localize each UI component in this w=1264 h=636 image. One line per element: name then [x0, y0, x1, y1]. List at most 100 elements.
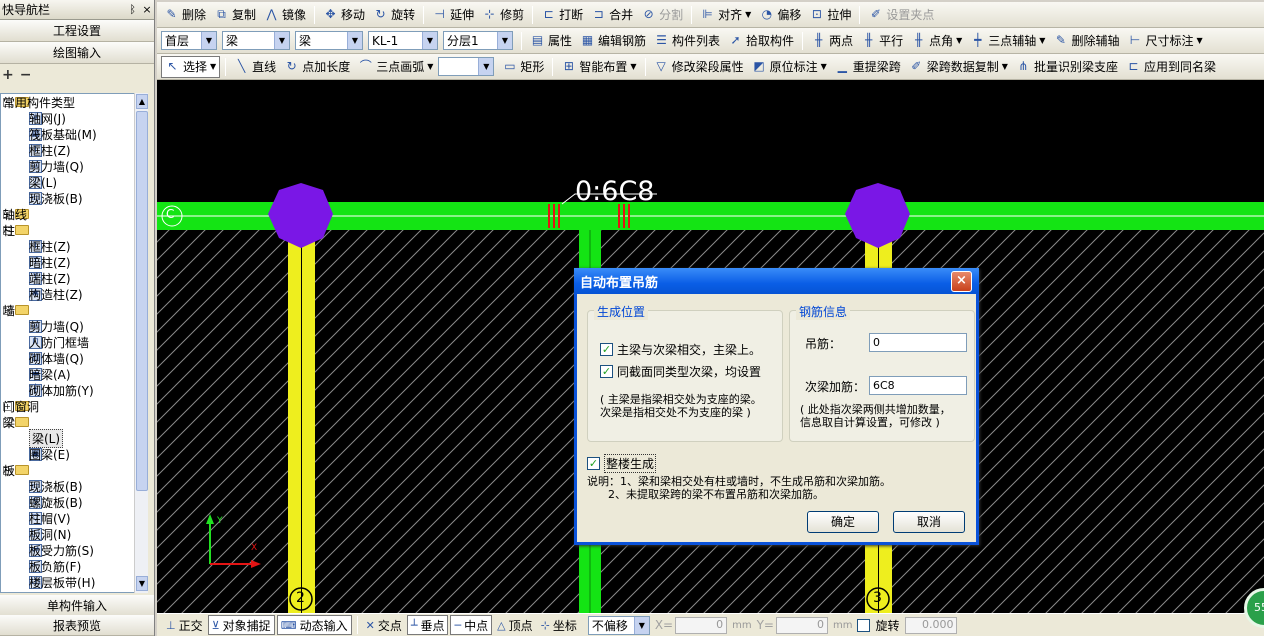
toolbar-button[interactable]: ✎ 删除辅轴 — [1050, 30, 1122, 52]
close-icon[interactable]: × — [140, 3, 154, 16]
toolbar-button[interactable]: ▦ 编辑钢筋 — [577, 30, 649, 52]
toolbar-button[interactable]: ▽ 修改梁段属性 — [651, 56, 747, 78]
toolbar-button[interactable]: ⊢ 尺寸标注 ▼ — [1124, 30, 1205, 52]
project-settings-button[interactable]: 工程设置 — [0, 20, 154, 42]
status-toggle[interactable]: ┴ 垂点 — [406, 615, 449, 635]
toolbar-button[interactable]: ⊏ 打断 — [538, 4, 586, 26]
toolbar-button[interactable]: ✥ 移动 — [320, 4, 368, 26]
tree-item[interactable]: T 端柱(Z) — [1, 270, 147, 286]
toolbar-button[interactable]: ➚ 拾取构件 — [725, 30, 797, 52]
main-secondary-intersect-checkbox[interactable]: ✓ 主梁与次梁相交，主梁上。 — [600, 341, 761, 358]
hanger-input[interactable]: 0 — [869, 333, 967, 352]
tree-item[interactable]: ▭ 现浇板(B) — [1, 190, 147, 206]
tree-scrollbar[interactable]: ▲ ▼ — [134, 93, 148, 593]
tree-item[interactable]: ⊓ 人防门框墙 — [1, 334, 147, 350]
chevron-down-icon[interactable]: ▼ — [956, 36, 962, 45]
toolbar-button[interactable]: ▁ 重提梁跨 — [832, 56, 904, 78]
coord-input[interactable]: 0 — [675, 616, 728, 634]
checkbox-check-icon[interactable]: ✓ — [587, 457, 600, 470]
tree-item[interactable]: ✱ 构造柱(Z) — [1, 286, 147, 302]
tree-folder[interactable]: + 门窗洞 — [1, 398, 147, 414]
checkbox-check-icon[interactable]: ✓ — [600, 343, 613, 356]
selector-combo[interactable]: 首层 ▼ — [161, 31, 217, 50]
toolbar-button[interactable]: ⧉ 复制 — [211, 4, 259, 26]
chevron-down-icon[interactable]: ▼ — [821, 62, 827, 71]
status-toggle[interactable]: ✕ 交点 — [363, 615, 405, 635]
pin-icon[interactable]: ᛒ — [129, 3, 136, 16]
tree-item[interactable]: S 螺旋板(B) — [1, 494, 147, 510]
toolbar-button[interactable]: ⊏ 应用到同名梁 — [1123, 56, 1219, 78]
tree-folder[interactable]: − 墙 — [1, 302, 147, 318]
scroll-thumb[interactable] — [136, 111, 148, 491]
toolbar-button[interactable]: ◩ 原位标注 ▼ — [749, 56, 830, 78]
toolbar-button[interactable]: ↖ 选择 ▼ — [161, 55, 221, 78]
toolbar-button[interactable]: ┿ 三点辅轴 ▼ — [967, 30, 1048, 52]
rotate-input[interactable]: 0.000 — [905, 616, 958, 634]
tree-item[interactable]: T 框柱(Z) — [1, 238, 147, 254]
status-toggle[interactable]: ⊹ 坐标 — [538, 615, 580, 635]
dialog-title-bar[interactable]: 自动布置吊筋 — [574, 268, 979, 294]
toolbar-button[interactable]: ▭ 矩形 — [499, 56, 547, 78]
toolbar-button[interactable]: ↻ 旋转 — [370, 4, 418, 26]
toolbar-button[interactable]: ✐ 梁跨数据复制 ▼ — [906, 56, 1011, 78]
checkbox-check-icon[interactable]: ✓ — [600, 365, 613, 378]
tree-folder[interactable]: − 常用构件类型 — [1, 94, 147, 110]
tree-item[interactable]: ⇌ 板受力筋(S) — [1, 542, 147, 558]
chevron-down-icon[interactable]: ▼ — [427, 62, 433, 71]
tree-item[interactable]: ▬ 暗梁(A) — [1, 366, 147, 382]
drawing-input-button[interactable]: 绘图输入 — [0, 42, 154, 64]
tree-item[interactable]: ▽ 柱帽(V) — [1, 510, 147, 526]
toolbar-button[interactable]: ⌒ 三点画弧 ▼ — [355, 56, 436, 78]
status-toggle[interactable]: △ 顶点 — [494, 615, 535, 635]
chevron-down-icon[interactable]: ▼ — [1039, 36, 1045, 45]
status-toggle[interactable]: ⌨ 动态输入 — [276, 615, 352, 635]
tree-item[interactable]: ▣ 圈梁(E) — [1, 446, 147, 462]
collapse-all-icon[interactable]: − — [20, 67, 32, 83]
report-preview-button[interactable]: 报表预览 — [0, 615, 154, 636]
selector-combo[interactable]: 梁 ▼ — [295, 31, 363, 50]
ok-button[interactable]: 确定 — [807, 511, 879, 533]
selector-combo[interactable]: KL-1 ▼ — [368, 31, 438, 50]
tree-folder[interactable]: − 梁 — [1, 414, 147, 430]
toolbar-button[interactable]: ⊡ 拉伸 — [806, 4, 854, 26]
chevron-down-icon[interactable]: ▼ — [478, 58, 494, 75]
status-toggle[interactable]: ─ 中点 — [450, 615, 493, 635]
secondary-rebar-input[interactable]: 6C8 — [869, 376, 967, 395]
chevron-down-icon[interactable]: ▼ — [497, 32, 512, 49]
chevron-down-icon[interactable]: ▼ — [633, 616, 649, 634]
toolbar-button[interactable]: ⋀ 镜像 — [261, 4, 309, 26]
rotate-checkbox[interactable] — [857, 618, 871, 632]
status-toggle[interactable]: ⊻ 对象捕捉 — [207, 615, 275, 635]
chevron-down-icon[interactable]: ▼ — [422, 32, 437, 49]
status-toggle[interactable]: ⊥ 正交 — [163, 615, 206, 635]
toolbar-button[interactable]: ╫ 两点 — [808, 30, 856, 52]
tree-item[interactable]: ▦ 筏板基础(M) — [1, 126, 147, 142]
tree-item[interactable]: T 框柱(Z) — [1, 142, 147, 158]
cancel-button[interactable]: 取消 — [893, 511, 965, 533]
toolbar-button[interactable]: ✐ 设置夹点 — [865, 4, 937, 26]
toolbar-button[interactable]: ⊣ 延伸 — [429, 4, 477, 26]
tree-folder[interactable]: − 柱 — [1, 222, 147, 238]
toolbar-button[interactable]: ╫ 平行 — [858, 30, 906, 52]
chevron-down-icon[interactable]: ▼ — [210, 62, 216, 71]
chevron-down-icon[interactable]: ▼ — [274, 32, 289, 49]
tree-item[interactable]: ▥ 砌体墙(Q) — [1, 350, 147, 366]
offset-mode-combo[interactable]: 不偏移 ▼ — [587, 615, 650, 635]
chevron-down-icon[interactable]: ▼ — [1002, 62, 1008, 71]
tree-item[interactable]: # 轴网(J) — [1, 110, 147, 126]
tree-item[interactable]: ▭ 现浇板(B) — [1, 478, 147, 494]
tree-item[interactable]: ▤ 剪力墙(Q) — [1, 158, 147, 174]
toolbar-button[interactable]: ⊐ 合并 — [588, 4, 636, 26]
toolbar-button[interactable]: ✎ 删除 — [161, 4, 209, 26]
chevron-down-icon[interactable]: ▼ — [630, 62, 636, 71]
chevron-down-icon[interactable]: ▼ — [347, 32, 362, 49]
tree-item[interactable]: ▤ 剪力墙(Q) — [1, 318, 147, 334]
tree-item[interactable]: Ш 楼层板带(H) — [1, 574, 147, 590]
tree-item[interactable]: ⊤梁(L) — [1, 428, 147, 448]
toolbar-button[interactable]: ╲ 直线 — [231, 56, 279, 78]
toolbar-button[interactable]: ⊹ 修剪 — [479, 4, 527, 26]
single-component-input-button[interactable]: 单构件输入 — [0, 595, 154, 617]
toolbar-button[interactable]: ☰ 构件列表 — [651, 30, 723, 52]
chevron-down-icon[interactable]: ▼ — [1196, 36, 1202, 45]
tree-item[interactable]: ⌐ 板负筋(F) — [1, 558, 147, 574]
